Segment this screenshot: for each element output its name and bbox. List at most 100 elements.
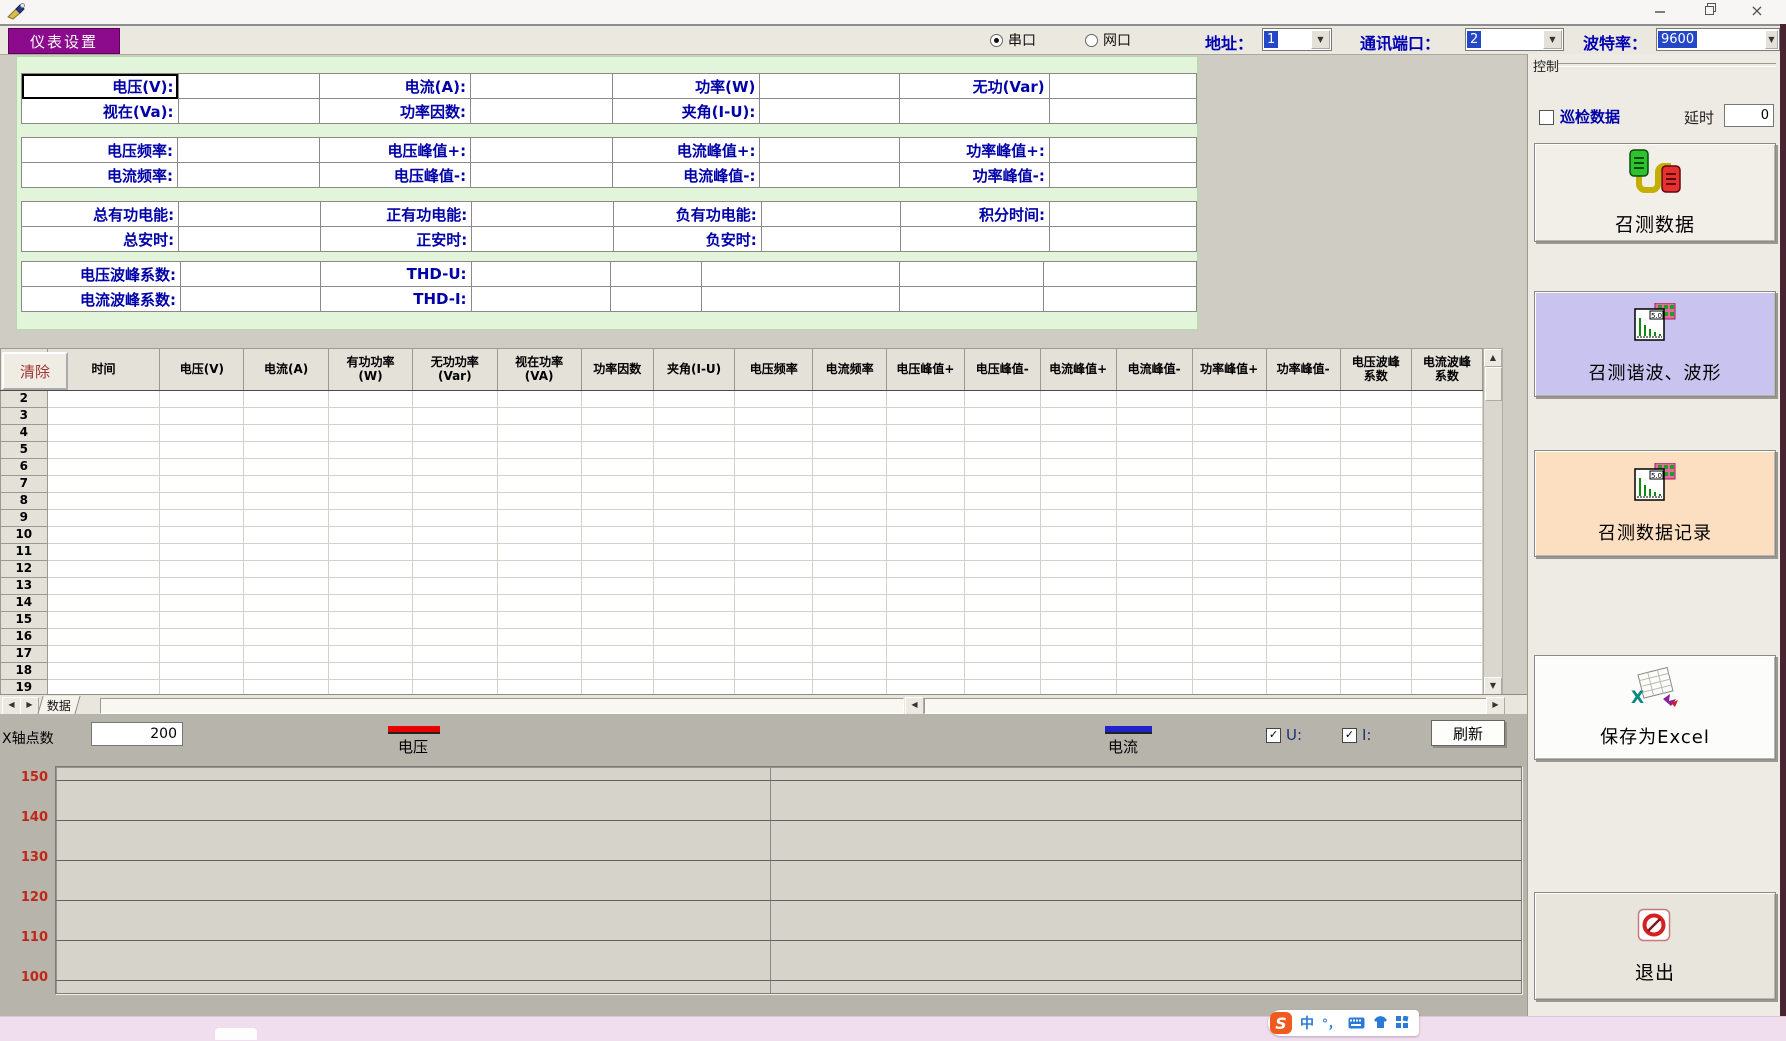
restore-button[interactable] [1695, 2, 1725, 20]
row-header[interactable]: 3 [1, 408, 48, 425]
grid-cell[interactable] [1192, 646, 1266, 663]
grid-cell[interactable] [1192, 442, 1266, 459]
grid-cell[interactable] [735, 425, 813, 442]
close-button[interactable]: × [1742, 2, 1772, 20]
grid-cell[interactable] [1116, 663, 1192, 680]
hscroll-left-icon[interactable]: ◀ [905, 697, 924, 715]
grid-cell[interactable] [1192, 578, 1266, 595]
row-header[interactable]: 5 [1, 442, 48, 459]
grid-cell[interactable] [653, 493, 735, 510]
clear-button[interactable]: 清除 [2, 352, 68, 390]
grid-cell[interactable] [653, 663, 735, 680]
grid-cell[interactable] [413, 527, 497, 544]
column-header[interactable]: 功率峰值+ [1192, 349, 1266, 391]
grid-cell[interactable] [497, 544, 581, 561]
grid-cell[interactable] [329, 629, 413, 646]
ime-logo-icon[interactable]: S [1270, 1012, 1292, 1034]
grid-cell[interactable] [329, 561, 413, 578]
grid-cell[interactable] [160, 646, 244, 663]
grid-cell[interactable] [329, 544, 413, 561]
grid-cell[interactable] [244, 510, 329, 527]
grid-cell[interactable] [244, 476, 329, 493]
grid-cell[interactable] [47, 425, 160, 442]
grid-cell[interactable] [1411, 663, 1482, 680]
grid-cell[interactable] [1340, 476, 1411, 493]
row-header[interactable]: 7 [1, 476, 48, 493]
grid-cell[interactable] [813, 391, 887, 408]
grid-cell[interactable] [813, 612, 887, 629]
grid-cell[interactable] [1116, 595, 1192, 612]
grid-cell[interactable] [1266, 561, 1340, 578]
grid-cell[interactable] [1266, 646, 1340, 663]
grid-cell[interactable] [244, 578, 329, 595]
column-header[interactable]: 电压峰值- [964, 349, 1040, 391]
grid-cell[interactable] [497, 425, 581, 442]
grid-cell[interactable] [1266, 476, 1340, 493]
grid-cell[interactable] [887, 663, 965, 680]
grid-cell[interactable] [964, 510, 1040, 527]
grid-cell[interactable] [1192, 663, 1266, 680]
grid-cell[interactable] [1340, 391, 1411, 408]
grid-cell[interactable] [244, 561, 329, 578]
grid-cell[interactable] [735, 578, 813, 595]
grid-cell[interactable] [964, 493, 1040, 510]
grid-cell[interactable] [244, 442, 329, 459]
grid-cell[interactable] [497, 629, 581, 646]
grid-horizontal-scrollbar[interactable] [924, 698, 1487, 714]
x-points-input[interactable]: 200 [91, 722, 183, 746]
grid-cell[interactable] [413, 442, 497, 459]
grid-cell[interactable] [329, 493, 413, 510]
grid-cell[interactable] [47, 646, 160, 663]
net-port-radio[interactable]: 网口 [1085, 30, 1131, 50]
grid-cell[interactable] [47, 629, 160, 646]
grid-cell[interactable] [1340, 646, 1411, 663]
grid-cell[interactable] [244, 663, 329, 680]
grid-cell[interactable] [581, 544, 653, 561]
grid-cell[interactable] [735, 595, 813, 612]
grid-cell[interactable] [47, 459, 160, 476]
grid-cell[interactable] [653, 561, 735, 578]
grid-cell[interactable] [413, 578, 497, 595]
grid-cell[interactable] [653, 527, 735, 544]
grid-cell[interactable] [1116, 425, 1192, 442]
grid-cell[interactable] [1192, 561, 1266, 578]
ime-punctuation-icon[interactable]: °， [1322, 1015, 1340, 1032]
grid-cell[interactable] [1116, 527, 1192, 544]
grid-cell[interactable] [813, 425, 887, 442]
column-header[interactable]: 电压(V) [160, 349, 244, 391]
grid-cell[interactable] [244, 595, 329, 612]
grid-cell[interactable] [1192, 391, 1266, 408]
grid-cell[interactable] [1116, 459, 1192, 476]
dropdown-arrow-icon[interactable]: ▼ [1543, 30, 1562, 49]
grid-cell[interactable] [1411, 425, 1482, 442]
grid-cell[interactable] [1192, 629, 1266, 646]
grid-cell[interactable] [160, 408, 244, 425]
grid-cell[interactable] [1116, 476, 1192, 493]
grid-cell[interactable] [813, 663, 887, 680]
grid-cell[interactable] [329, 391, 413, 408]
scroll-up-icon[interactable]: ▲ [1484, 349, 1502, 367]
grid-cell[interactable] [329, 578, 413, 595]
column-header[interactable]: 电流(A) [244, 349, 329, 391]
grid-cell[interactable] [47, 408, 160, 425]
grid-cell[interactable] [964, 544, 1040, 561]
grid-cell[interactable] [581, 629, 653, 646]
grid-cell[interactable] [1266, 459, 1340, 476]
grid-cell[interactable] [1266, 493, 1340, 510]
grid-cell[interactable] [1411, 612, 1482, 629]
column-header[interactable]: 无功功率 (Var) [413, 349, 497, 391]
grid-cell[interactable] [813, 476, 887, 493]
column-header[interactable]: 有功功率 (W) [329, 349, 413, 391]
grid-cell[interactable] [497, 646, 581, 663]
grid-cell[interactable] [964, 391, 1040, 408]
grid-cell[interactable] [887, 510, 965, 527]
grid-cell[interactable] [1040, 578, 1116, 595]
grid-cell[interactable] [653, 578, 735, 595]
grid-cell[interactable] [1040, 408, 1116, 425]
grid-cell[interactable] [813, 408, 887, 425]
row-header[interactable]: 8 [1, 493, 48, 510]
grid-cell[interactable] [47, 612, 160, 629]
grid-cell[interactable] [581, 391, 653, 408]
grid-cell[interactable] [1116, 408, 1192, 425]
grid-cell[interactable] [735, 442, 813, 459]
